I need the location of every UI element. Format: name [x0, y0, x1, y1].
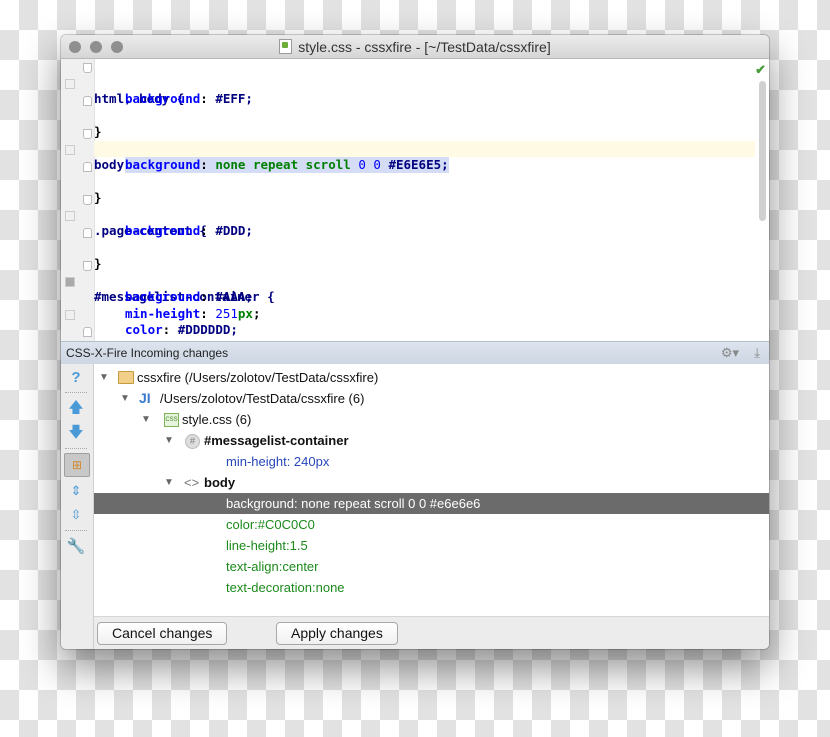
ide-window: style.css - cssxfire - [~/TestData/cssxf…: [61, 35, 769, 649]
fold-icon[interactable]: [83, 162, 92, 172]
window-controls: [69, 41, 123, 53]
expand-arrow-icon[interactable]: ▼: [164, 430, 174, 451]
code-editor[interactable]: html, body { background: #EFF; } body { …: [61, 59, 769, 370]
gear-icon[interactable]: ⚙▾: [721, 342, 739, 364]
tree-node-project[interactable]: ▼ cssxfire (/Users/zolotov/TestData/cssx…: [94, 367, 769, 388]
tree-node-property[interactable]: line-height:1.5: [94, 535, 769, 556]
zoom-window-button[interactable]: [111, 41, 123, 53]
separator: [65, 448, 87, 449]
code-line: background: #DDD;: [125, 223, 253, 238]
fold-icon[interactable]: [83, 195, 92, 205]
help-icon[interactable]: ?: [64, 367, 88, 389]
separator: [65, 530, 87, 531]
tree-node-module[interactable]: ▼ JI /Users/zolotov/TestData/cssxfire (6…: [94, 388, 769, 409]
color-preview-icon: [65, 277, 75, 287]
settings-icon[interactable]: 🔧: [64, 536, 88, 558]
tool-window-title: CSS-X-Fire Incoming changes: [66, 346, 229, 360]
fold-icon[interactable]: [83, 96, 92, 106]
apply-changes-button[interactable]: Apply changes: [276, 622, 398, 645]
fold-icon[interactable]: [83, 261, 92, 271]
fold-icon[interactable]: [83, 327, 92, 337]
css-file-icon: [279, 39, 293, 54]
expand-arrow-icon[interactable]: ▼: [164, 472, 174, 493]
code-line: }: [83, 92, 755, 139]
code-line: }: [83, 323, 755, 370]
minimize-window-button[interactable]: [90, 41, 102, 53]
expand-arrow-icon[interactable]: ▼: [120, 388, 130, 409]
code-line: background: #AAA;: [125, 289, 253, 304]
code-line: html, body {: [83, 59, 755, 106]
tree-node-selector[interactable]: ▼ # #messagelist-container: [94, 430, 769, 451]
collapse-all-icon[interactable]: ⇳: [64, 504, 88, 526]
inspection-ok-icon[interactable]: ✔: [755, 62, 766, 78]
previous-icon[interactable]: 🡅: [64, 397, 88, 419]
code-area[interactable]: html, body { background: #EFF; } body { …: [83, 59, 755, 370]
code-line: }: [83, 224, 755, 271]
group-by-file-icon[interactable]: ⊞: [64, 453, 90, 477]
code-line: min-height: 251px;: [125, 306, 261, 321]
expand-arrow-icon[interactable]: ▼: [99, 367, 109, 388]
next-icon[interactable]: 🡇: [64, 422, 88, 444]
changes-tree[interactable]: ▼ cssxfire (/Users/zolotov/TestData/cssx…: [94, 364, 769, 616]
tree-node-property[interactable]: min-height: 240px: [94, 451, 769, 472]
color-preview-icon: [65, 145, 75, 155]
expand-arrow-icon[interactable]: ▼: [141, 409, 151, 430]
code-line: }: [83, 158, 755, 205]
css-file-icon: CSS: [164, 413, 179, 427]
code-line: .page-content {: [83, 191, 755, 238]
code-line: background: #EFF;: [125, 91, 253, 106]
tree-node-file[interactable]: ▼ CSS style.css (6): [94, 409, 769, 430]
hide-icon[interactable]: ⤓: [754, 342, 760, 364]
fold-icon[interactable]: [83, 228, 92, 238]
tool-window-header: CSS-X-Fire Incoming changes ⚙▾ ⤓: [61, 341, 769, 365]
tree-node-selector[interactable]: ▼ <> body: [94, 472, 769, 493]
code-line-current: background: none repeat scroll 0 0 #E6E6…: [94, 141, 755, 173]
tree-node-property-selected[interactable]: background: none repeat scroll 0 0 #e6e6…: [94, 493, 769, 514]
fold-icon[interactable]: [83, 129, 92, 139]
separator: [65, 392, 87, 393]
id-selector-icon: #: [185, 434, 200, 449]
button-bar: Cancel changes Apply changes: [94, 616, 769, 649]
close-window-button[interactable]: [69, 41, 81, 53]
module-icon: JI: [139, 390, 151, 406]
side-toolbar: ? 🡅 🡇 ⊞ ⇕ ⇳ 🔧: [61, 364, 94, 649]
color-preview-icon: [65, 211, 75, 221]
tag-icon: <>: [184, 475, 200, 490]
code-line: body {: [83, 125, 755, 172]
color-preview-icon: [65, 79, 75, 89]
tree-node-property[interactable]: text-align:center: [94, 556, 769, 577]
color-preview-icon: [65, 310, 75, 320]
tree-node-property[interactable]: color:#C0C0C0: [94, 514, 769, 535]
code-line: #messagelist-container {: [83, 257, 755, 304]
tree-node-property[interactable]: text-decoration:none: [94, 577, 769, 598]
code-line: color: #DDDDDD;: [125, 322, 238, 337]
editor-scrollbar[interactable]: [759, 81, 766, 221]
window-title: style.css - cssxfire - [~/TestData/cssxf…: [298, 38, 551, 55]
cancel-changes-button[interactable]: Cancel changes: [97, 622, 228, 645]
title-bar: style.css - cssxfire - [~/TestData/cssxf…: [61, 35, 769, 59]
folder-icon: [118, 371, 134, 384]
expand-all-icon[interactable]: ⇕: [64, 480, 88, 502]
fold-icon[interactable]: [83, 63, 92, 73]
